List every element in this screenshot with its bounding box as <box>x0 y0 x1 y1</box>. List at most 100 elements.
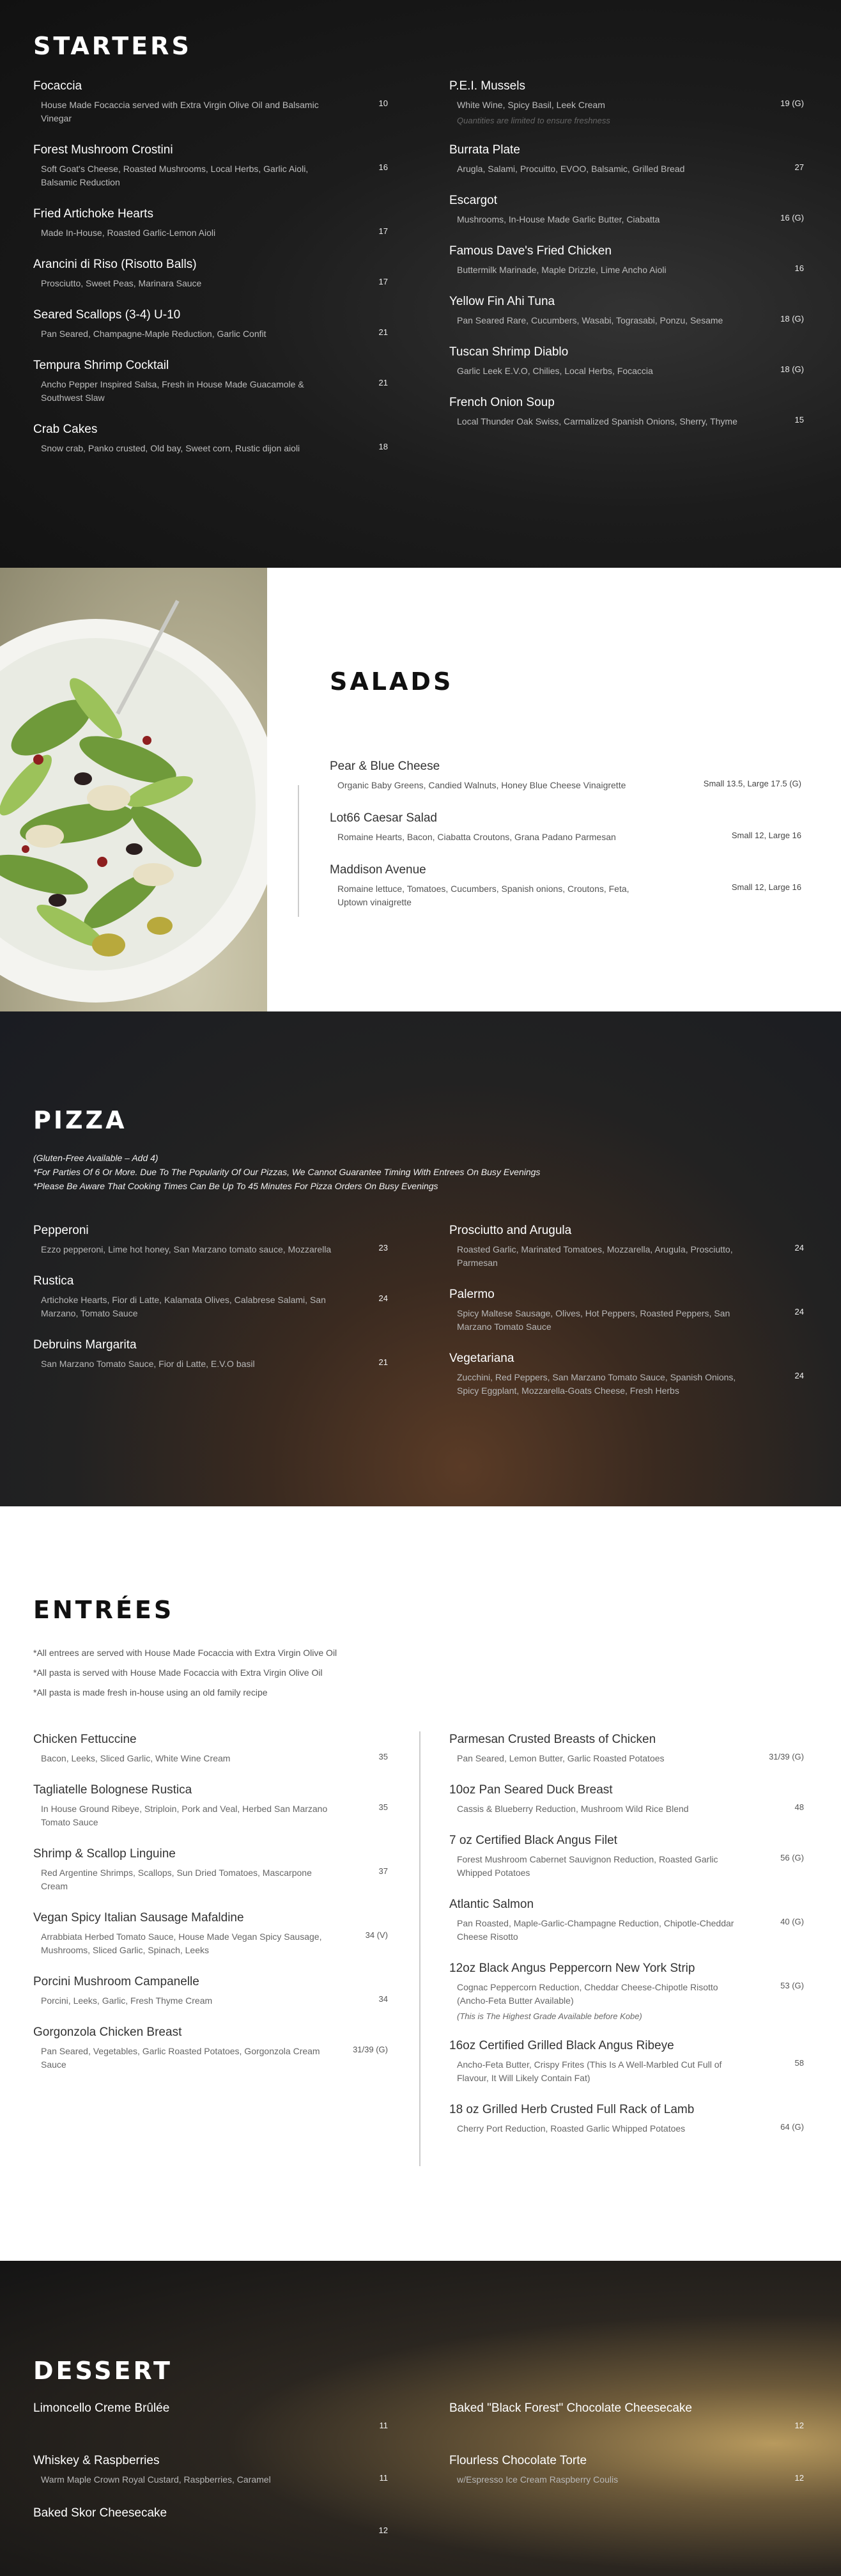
menu-item: 7 oz Certified Black Angus Filet Forest M… <box>449 1832 804 1880</box>
item-name: Vegetariana <box>449 1352 514 1365</box>
menu-item: Pepperoni Ezzo pepperoni, Lime hot honey,… <box>33 1222 388 1256</box>
item-price: 12 <box>378 2525 388 2535</box>
menu-item: Forest Mushroom Crostini Soft Goat's Chee… <box>33 142 388 189</box>
pizza-note: (Gluten-Free Available – Add 4) <box>33 1153 158 1163</box>
item-price: 31/39 (G) <box>353 2045 388 2054</box>
menu-item: Gorgonzola Chicken Breast Pan Seared, Veg… <box>33 2024 388 2072</box>
item-name: Lot66 Caesar Salad <box>330 811 437 825</box>
menu-item: Porcini Mushroom Campanelle Porcini, Leek… <box>33 1974 388 2008</box>
item-description: Bacon, Leeks, Sliced Garlic, White Wine … <box>41 1753 231 1763</box>
item-description: Forest Mushroom Cabernet Sauvignon Reduc… <box>457 1854 718 1878</box>
item-price: 19 (G) <box>780 98 804 108</box>
item-description: Romaine lettuce, Tomatoes, Cucumbers, Sp… <box>337 884 629 907</box>
menu-item: Focaccia House Made Focaccia served with … <box>33 78 388 125</box>
item-price: 37 <box>378 1866 388 1876</box>
item-description: w/Espresso Ice Cream Raspberry Coulis <box>457 2474 619 2485</box>
menu-item: Tempura Shrimp Cocktail Ancho Pepper Insp… <box>33 357 388 405</box>
pizza-right-column: Prosciutto and Arugula Roasted Garlic, Ma… <box>449 1222 804 1414</box>
pizza-left-column: Pepperoni Ezzo pepperoni, Lime hot honey,… <box>33 1222 388 1387</box>
item-name: Shrimp & Scallop Linguine <box>33 1847 176 1861</box>
item-price: Small 12, Large 16 <box>731 882 801 892</box>
menu-item: Chicken Fettuccine Bacon, Leeks, Sliced G… <box>33 1731 388 1765</box>
item-price: 17 <box>378 226 388 236</box>
entrees-divider <box>419 1731 421 2166</box>
entrees-note: *All pasta is served with House Made Foc… <box>33 1667 323 1678</box>
dessert-section: DESSERT Limoncello Creme Brûlée 11 Whiske… <box>0 2261 841 2576</box>
item-price: 21 <box>378 1357 388 1367</box>
item-description: Cherry Port Reduction, Roasted Garlic Wh… <box>457 2123 686 2134</box>
item-name: P.E.I. Mussels <box>449 79 525 93</box>
menu-item: Seared Scallops (3-4) U-10 Pan Seared, Ch… <box>33 307 388 341</box>
salad-illustration <box>0 600 267 1003</box>
item-name: Tuscan Shrimp Diablo <box>449 345 569 359</box>
pizza-section: PIZZA (Gluten-Free Available – Add 4) *F… <box>0 1011 841 1506</box>
menu-item: Tagliatelle Bolognese Rustica In House Gr… <box>33 1782 388 1829</box>
salads-section: SALADS Pear & Blue Cheese Organic Baby Gr… <box>0 568 841 1011</box>
starters-title: STARTERS <box>33 32 192 60</box>
item-name: Arancini di Riso (Risotto Balls) <box>33 258 197 271</box>
item-price: 16 (G) <box>780 213 804 222</box>
item-name: 7 oz Certified Black Angus Filet <box>449 1834 617 1847</box>
item-price: 18 (G) <box>780 364 804 374</box>
item-note: Quantities are limited to ensure freshne… <box>457 116 610 125</box>
item-price: 64 (G) <box>780 2122 804 2132</box>
item-description: Pan Seared Rare, Cucumbers, Wasabi, Togr… <box>457 315 723 325</box>
item-name: Atlantic Salmon <box>449 1898 534 1911</box>
item-description: Ezzo pepperoni, Lime hot honey, San Marz… <box>41 1244 332 1254</box>
item-price: 12 <box>794 2473 804 2483</box>
item-name: Famous Dave's Fried Chicken <box>449 244 612 258</box>
item-description: Pan Seared, Lemon Butter, Garlic Roasted… <box>457 1753 665 1763</box>
menu-item: 12oz Black Angus Peppercorn New York Str… <box>449 1960 804 2021</box>
item-name: Vegan Spicy Italian Sausage Mafaldine <box>33 1911 244 1924</box>
entrees-notes: *All entrees are served with House Made … <box>33 1643 337 1703</box>
menu-item: 18 oz Grilled Herb Crusted Full Rack of … <box>449 2102 804 2135</box>
item-price: 17 <box>378 277 388 286</box>
item-name: Forest Mushroom Crostini <box>33 143 173 157</box>
item-description: Buttermilk Marinade, Maple Drizzle, Lime… <box>457 265 667 275</box>
item-description: Ancho-Feta Butter, Crispy Frites (This I… <box>457 2059 722 2083</box>
item-description: Spicy Maltese Sausage, Olives, Hot Peppe… <box>457 1308 730 1332</box>
item-price: 24 <box>378 1293 388 1303</box>
menu-item: 16oz Certified Grilled Black Angus Ribey… <box>449 2038 804 2085</box>
item-price: 34 (V) <box>365 1930 388 1940</box>
item-price: 21 <box>378 327 388 337</box>
item-price: 10 <box>378 98 388 108</box>
item-price: 16 <box>794 263 804 273</box>
item-price: 24 <box>794 1243 804 1253</box>
menu-item: Flourless Chocolate Torte w/Espresso Ice … <box>449 2453 804 2490</box>
item-name: Baked Skor Cheesecake <box>33 2506 167 2520</box>
item-name: 16oz Certified Grilled Black Angus Ribey… <box>449 2039 674 2052</box>
salads-title: SALADS <box>330 667 454 696</box>
item-price: 48 <box>794 1802 804 1812</box>
menu-item: Lot66 Caesar Salad Romaine Hearts, Bacon,… <box>330 810 801 844</box>
item-name: Porcini Mushroom Campanelle <box>33 1975 199 1988</box>
pizza-title: PIZZA <box>33 1106 127 1134</box>
item-description: Artichoke Hearts, Fior di Latte, Kalamat… <box>41 1295 326 1318</box>
pizza-note: *For Parties Of 6 Or More. Due To The Po… <box>33 1167 541 1177</box>
item-name: Tagliatelle Bolognese Rustica <box>33 1783 192 1797</box>
item-name: Debruins Margarita <box>33 1338 137 1352</box>
menu-item: Yellow Fin Ahi Tuna Pan Seared Rare, Cucu… <box>449 293 804 327</box>
menu-item: Maddison Avenue Romaine lettuce, Tomatoes… <box>330 862 801 909</box>
item-price: 34 <box>378 1994 388 2004</box>
item-name: Pepperoni <box>33 1224 89 1237</box>
item-description: Soft Goat's Cheese, Roasted Mushrooms, L… <box>41 164 309 187</box>
salads-list: Pear & Blue Cheese Organic Baby Greens, C… <box>330 758 801 927</box>
item-price: 11 <box>379 2421 389 2430</box>
item-name: 10oz Pan Seared Duck Breast <box>449 1783 613 1797</box>
item-name: Yellow Fin Ahi Tuna <box>449 295 555 308</box>
item-name: Gorgonzola Chicken Breast <box>33 2026 182 2039</box>
menu-item: Vegetariana Zucchini, Red Peppers, San Ma… <box>449 1350 804 1398</box>
item-price: 18 (G) <box>780 314 804 324</box>
item-price: 24 <box>794 1371 804 1380</box>
item-name: Crab Cakes <box>33 423 98 436</box>
item-name: Chicken Fettuccine <box>33 1733 137 1746</box>
dessert-title: DESSERT <box>33 2357 173 2385</box>
item-price: 31/39 (G) <box>769 1752 804 1761</box>
menu-item: Famous Dave's Fried Chicken Buttermilk Ma… <box>449 243 804 277</box>
item-description: Garlic Leek E.V.O, Chilies, Local Herbs,… <box>457 366 653 376</box>
item-description: Arrabbiata Herbed Tomato Sauce, House Ma… <box>41 1932 322 1955</box>
menu-item: Atlantic Salmon Pan Roasted, Maple-Garlic… <box>449 1896 804 1944</box>
item-name: Baked "Black Forest" Chocolate Cheesecak… <box>449 2401 692 2415</box>
item-price: 24 <box>794 1307 804 1316</box>
